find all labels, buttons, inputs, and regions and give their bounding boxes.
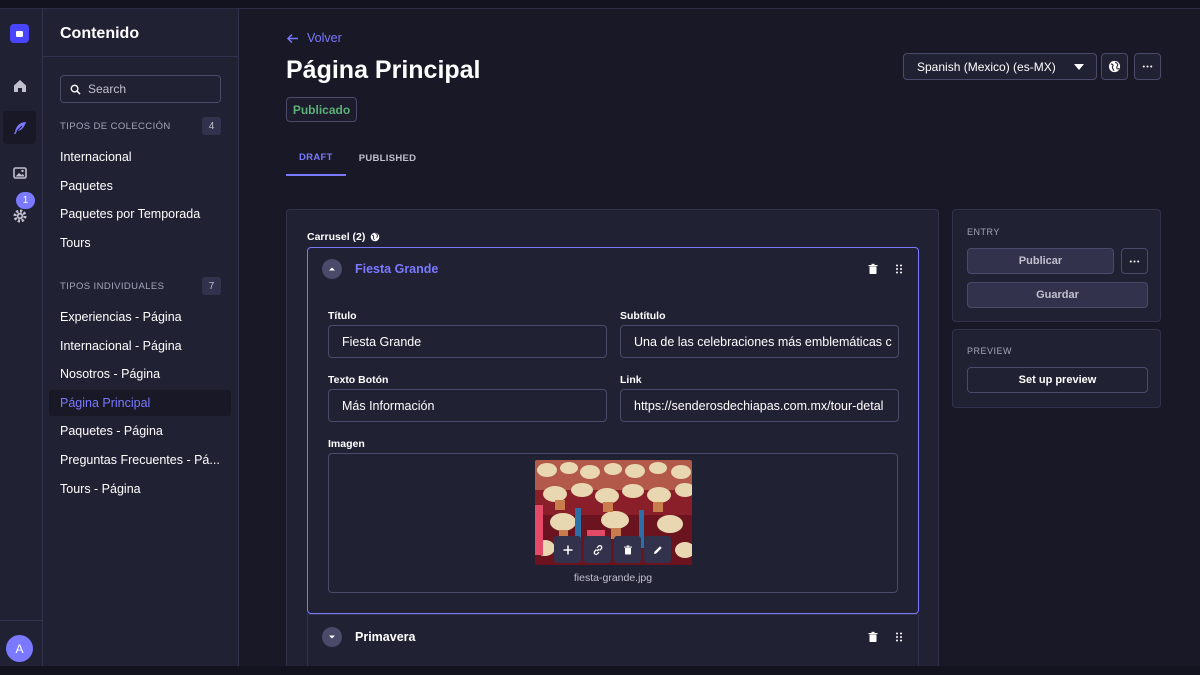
page-title: Página Principal xyxy=(286,56,481,84)
sidebar-item-internacional[interactable]: Internacional xyxy=(49,144,231,170)
trash-icon[interactable] xyxy=(867,262,879,274)
save-button[interactable]: Guardar xyxy=(967,282,1148,308)
entry-panel: ENTRY Publicar Guardar xyxy=(952,209,1161,322)
image-filename: fiesta-grande.jpg xyxy=(573,572,653,584)
single-types-label: TIPOS INDIVIDUALES xyxy=(60,280,165,292)
sidebar-item-internacional-pagina[interactable]: Internacional - Página xyxy=(49,333,231,359)
search-icon xyxy=(70,84,81,95)
texto-boton-input[interactable]: Más Información xyxy=(328,389,607,422)
status-badge: Publicado xyxy=(286,97,357,122)
more-horizontal-icon xyxy=(1142,65,1153,68)
back-label: Volver xyxy=(307,31,342,45)
back-link[interactable]: Volver xyxy=(286,31,342,45)
home-icon[interactable] xyxy=(3,69,36,102)
copy-link-button[interactable] xyxy=(584,536,611,563)
caret-down-icon xyxy=(1074,63,1084,70)
carousel-label-text: Carrusel (2) xyxy=(307,231,366,243)
carousel-item-primavera: Primavera xyxy=(307,614,919,666)
collection-types-header[interactable]: TIPOS DE COLECCIÓN 4 xyxy=(60,117,221,135)
bottom-edge xyxy=(0,666,1200,675)
entry-panel-title: ENTRY xyxy=(967,227,1000,237)
app-logo[interactable] xyxy=(10,24,29,43)
link-input[interactable]: https://senderosdechiapas.com.mx/tour-de… xyxy=(620,389,899,422)
content-manager-feather-icon[interactable] xyxy=(3,111,36,144)
globe-icon xyxy=(1108,60,1121,73)
sidebar-divider xyxy=(43,56,239,57)
component-header[interactable]: Primavera xyxy=(308,615,918,657)
more-horizontal-icon xyxy=(1129,259,1140,263)
media-library-icon[interactable] xyxy=(3,156,36,189)
drag-handle-icon[interactable] xyxy=(893,630,905,642)
publish-button[interactable]: Publicar xyxy=(967,248,1114,274)
link-icon xyxy=(593,544,602,555)
imagen-label: Imagen xyxy=(328,438,365,450)
sidebar-item-nosotros-pagina[interactable]: Nosotros - Página xyxy=(49,361,231,387)
tab-draft[interactable]: DRAFT xyxy=(286,140,346,176)
version-tabs: DRAFT PUBLISHED xyxy=(286,140,429,176)
content-sidebar: Contenido Search TIPOS DE COLECCIÓN 4 In… xyxy=(43,9,239,666)
search-input[interactable]: Search xyxy=(60,75,221,103)
set-up-preview-button[interactable]: Set up preview xyxy=(967,367,1148,393)
arrow-left-icon xyxy=(286,33,298,43)
sidebar-item-paquetes[interactable]: Paquetes xyxy=(49,173,231,199)
titulo-label: Título xyxy=(328,310,357,322)
entry-more-button[interactable] xyxy=(1121,248,1148,274)
delete-image-button[interactable] xyxy=(614,536,641,563)
sidebar-item-tours[interactable]: Tours xyxy=(49,230,231,256)
carousel-item-fiesta-grande: Fiesta Grande Título Fiesta Grande Subtí… xyxy=(307,247,919,614)
locale-select[interactable]: Spanish (Mexico) (es-MX) xyxy=(903,53,1097,80)
sidebar-item-paquetes-por-temporada[interactable]: Paquetes por Temporada xyxy=(49,201,231,227)
sidebar-item-tours-pagina[interactable]: Tours - Página xyxy=(49,476,231,502)
component-header[interactable]: Fiesta Grande xyxy=(308,248,918,290)
chevron-up-icon[interactable] xyxy=(322,259,342,279)
trash-icon xyxy=(623,545,632,554)
collection-types-label: TIPOS DE COLECCIÓN xyxy=(60,120,171,132)
titulo-input[interactable]: Fiesta Grande xyxy=(328,325,607,358)
image-preview xyxy=(535,460,692,565)
sidebar-item-preguntas-frecuentes[interactable]: Preguntas Frecuentes - Pá... xyxy=(49,447,231,473)
plus-icon xyxy=(563,545,572,554)
top-edge xyxy=(0,0,1200,9)
trash-icon[interactable] xyxy=(867,630,879,642)
chevron-down-icon[interactable] xyxy=(322,627,342,647)
notification-badge: 1 xyxy=(16,192,35,209)
editor-panel: Carrusel (2) Fiesta Grande Título Fiesta… xyxy=(286,209,939,669)
carousel-label: Carrusel (2) xyxy=(307,231,380,243)
locale-globe-button[interactable] xyxy=(1101,53,1128,80)
add-image-button[interactable] xyxy=(554,536,581,563)
sidebar-title: Contenido xyxy=(60,25,140,42)
image-upload-field[interactable]: fiesta-grande.jpg xyxy=(328,453,898,593)
collection-types-count: 4 xyxy=(202,117,221,135)
texto-boton-label: Texto Botón xyxy=(328,374,389,386)
image-actions-toolbar xyxy=(554,536,674,563)
subtitulo-input[interactable]: Una de las celebraciones más emblemática… xyxy=(620,325,899,358)
rail-divider xyxy=(0,620,43,621)
drag-handle-icon[interactable] xyxy=(893,262,905,274)
preview-panel: PREVIEW Set up preview xyxy=(952,329,1161,408)
search-placeholder: Search xyxy=(88,82,127,96)
link-label: Link xyxy=(620,374,642,386)
pencil-icon xyxy=(653,545,662,554)
preview-panel-title: PREVIEW xyxy=(967,346,1013,356)
sidebar-item-paquetes-pagina[interactable]: Paquetes - Página xyxy=(49,418,231,444)
locale-value: Spanish (Mexico) (es-MX) xyxy=(917,59,1056,74)
component-title: Primavera xyxy=(355,630,416,644)
sidebar-item-pagina-principal[interactable]: Página Principal xyxy=(49,390,231,416)
single-types-header[interactable]: TIPOS INDIVIDUALES 7 xyxy=(60,277,221,295)
single-types-count: 7 xyxy=(202,277,221,295)
sidebar-item-experiencias-pagina[interactable]: Experiencias - Página xyxy=(49,304,231,330)
more-actions-button[interactable] xyxy=(1134,53,1161,80)
tab-published[interactable]: PUBLISHED xyxy=(346,140,430,176)
globe-icon xyxy=(371,232,380,242)
edit-image-button[interactable] xyxy=(644,536,671,563)
user-avatar[interactable]: A xyxy=(6,635,33,662)
component-title: Fiesta Grande xyxy=(355,262,439,276)
main-nav-rail: 1 A xyxy=(0,9,43,666)
subtitulo-label: Subtítulo xyxy=(620,310,666,322)
